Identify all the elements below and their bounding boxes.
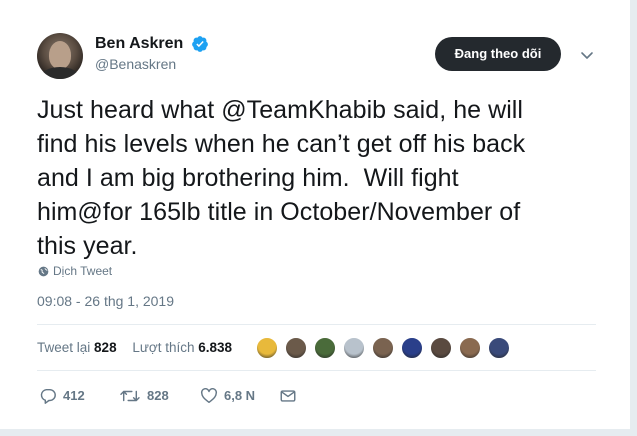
author-handle[interactable]: @Benaskren bbox=[95, 56, 209, 72]
liker-avatar[interactable] bbox=[371, 336, 395, 360]
retweet-icon bbox=[120, 390, 140, 401]
liker-avatar[interactable] bbox=[429, 336, 453, 360]
tweet-header: Ben Askren @Benaskren Đang theo dõi bbox=[37, 33, 600, 79]
like-count: 6,8 N bbox=[224, 387, 256, 403]
likes-stat[interactable]: Lượt thích 6.838 bbox=[132, 340, 232, 355]
chevron-down-icon[interactable] bbox=[577, 45, 597, 65]
liker-avatar[interactable] bbox=[342, 336, 366, 360]
following-button[interactable]: Đang theo dõi bbox=[435, 37, 561, 71]
liker-avatar[interactable] bbox=[487, 336, 511, 360]
retweets-stat[interactable]: Tweet lại 828 bbox=[37, 340, 117, 355]
envelope-icon bbox=[280, 389, 296, 402]
liker-avatar[interactable] bbox=[284, 336, 308, 360]
reply-count: 412 bbox=[63, 387, 85, 403]
verified-badge-icon bbox=[191, 36, 208, 52]
like-button[interactable]: 6,8 N bbox=[200, 384, 255, 406]
avatar-face bbox=[49, 41, 71, 69]
liker-avatar[interactable] bbox=[458, 336, 482, 360]
retweet-button[interactable]: 828 bbox=[119, 384, 169, 406]
direct-message-button[interactable] bbox=[279, 384, 297, 406]
retweets-count: 828 bbox=[94, 340, 117, 355]
retweet-count: 828 bbox=[147, 387, 169, 403]
heart-icon bbox=[201, 387, 217, 403]
tweet-timestamp[interactable]: 09:08 - 26 thg 1, 2019 bbox=[37, 293, 174, 309]
translate-tweet-link[interactable]: Dịch Tweet bbox=[38, 264, 112, 278]
avatar-shirt bbox=[41, 67, 79, 79]
translate-label[interactable]: Dịch Tweet bbox=[53, 264, 112, 278]
liker-avatar[interactable] bbox=[400, 336, 424, 360]
author-name-block[interactable]: Ben Askren @Benaskren bbox=[95, 35, 209, 72]
tweet-text: Just heard what @TeamKhabib said, he wil… bbox=[37, 96, 526, 260]
author-display-name[interactable]: Ben Askren bbox=[95, 35, 183, 53]
stats-top-divider bbox=[37, 324, 596, 325]
likes-count: 6.838 bbox=[198, 340, 233, 355]
likes-label: Lượt thích bbox=[132, 340, 195, 355]
reply-button[interactable]: 412 bbox=[39, 384, 85, 406]
author-avatar[interactable] bbox=[37, 33, 83, 79]
tweet-stats: Tweet lại 828 Lượt thích 6.838 bbox=[37, 340, 244, 355]
liker-avatar[interactable] bbox=[313, 336, 337, 360]
liker-avatar[interactable] bbox=[255, 336, 279, 360]
globe-icon bbox=[38, 266, 49, 277]
retweets-label: Tweet lại bbox=[37, 340, 91, 355]
tweet-card: Ben Askren @Benaskren Đang theo dõi Just… bbox=[0, 0, 631, 430]
reply-icon bbox=[40, 388, 56, 404]
stats-bottom-divider bbox=[37, 370, 596, 371]
